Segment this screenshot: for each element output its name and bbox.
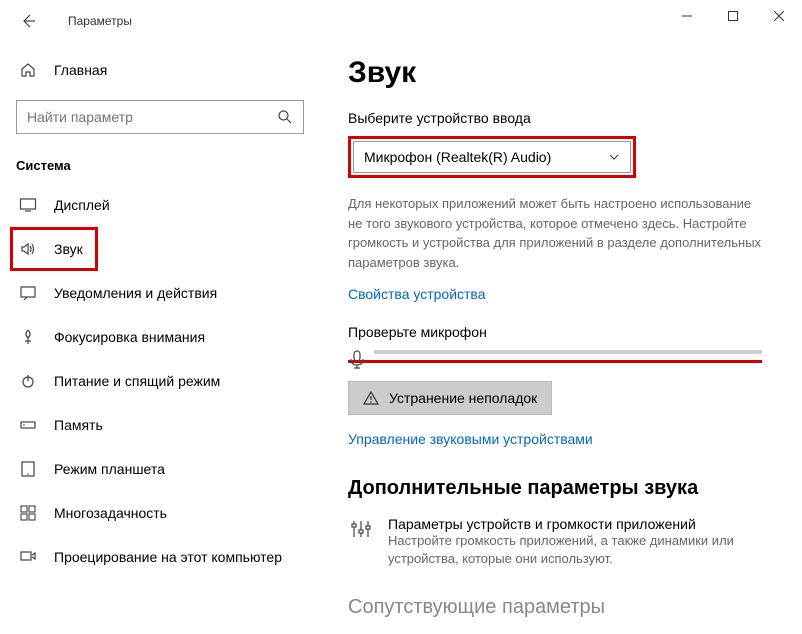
device-properties-link[interactable]: Свойства устройства (348, 286, 486, 302)
page-heading: Звук (348, 56, 774, 90)
section-system: Система (0, 150, 320, 183)
storage-icon (18, 416, 38, 434)
home-label: Главная (54, 62, 107, 78)
notifications-icon (18, 284, 38, 302)
sidebar-item-display[interactable]: Дисплей (0, 183, 320, 227)
search-input-container[interactable] (16, 100, 304, 134)
nav-label: Дисплей (54, 197, 110, 213)
nav-label: Режим планшета (54, 461, 165, 477)
input-device-label: Выберите устройство ввода (348, 110, 774, 126)
display-icon (18, 196, 38, 214)
back-button[interactable] (16, 9, 40, 33)
mic-test-meter (348, 350, 774, 354)
sidebar-item-focus[interactable]: Фокусировка внимания (0, 315, 320, 359)
manage-devices-link[interactable]: Управление звуковыми устройствами (348, 431, 593, 447)
minimize-button[interactable] (664, 0, 710, 32)
input-device-highlight: Микрофон (Realtek(R) Audio) (348, 136, 636, 178)
sidebar-item-tablet[interactable]: Режим планшета (0, 447, 320, 491)
highlight-underline (348, 360, 762, 363)
troubleshoot-button[interactable]: Устранение неполадок (348, 381, 552, 415)
sidebar-item-multitasking[interactable]: Многозадачность (0, 491, 320, 535)
troubleshoot-label: Устранение неполадок (389, 390, 537, 406)
warning-icon (363, 390, 379, 406)
mic-level-bar (374, 350, 762, 354)
input-description: Для некоторых приложений может быть наст… (348, 194, 768, 272)
advanced-heading: Дополнительные параметры звука (348, 477, 774, 500)
app-volume-item[interactable]: Параметры устройств и громкости приложен… (348, 516, 774, 568)
nav-label: Питание и спящий режим (54, 373, 220, 389)
microphone-icon (348, 350, 366, 370)
app-volume-title: Параметры устройств и громкости приложен… (388, 516, 758, 532)
main-panel: Звук Выберите устройство ввода Микрофон … (320, 42, 802, 634)
chevron-down-icon (608, 151, 620, 163)
app-volume-desc: Настройте громкость приложений, а также … (388, 532, 758, 568)
search-input[interactable] (27, 109, 277, 125)
related-heading-partial: Сопутствующие параметры (348, 596, 774, 619)
sidebar-item-power[interactable]: Питание и спящий режим (0, 359, 320, 403)
sidebar-item-storage[interactable]: Память (0, 403, 320, 447)
sound-icon (18, 240, 38, 258)
window-title: Параметры (68, 14, 132, 28)
projecting-icon (18, 548, 38, 566)
multitasking-icon (18, 504, 38, 522)
home-nav[interactable]: Главная (0, 50, 320, 90)
power-icon (18, 372, 38, 390)
sliders-icon (350, 518, 372, 540)
input-device-value: Микрофон (Realtek(R) Audio) (364, 149, 551, 165)
maximize-button[interactable] (710, 0, 756, 32)
focus-icon (18, 328, 38, 346)
sidebar: Главная Система Дисплей Звук Уведомления… (0, 42, 320, 634)
input-device-dropdown[interactable]: Микрофон (Realtek(R) Audio) (353, 141, 631, 173)
nav-label: Память (54, 417, 103, 433)
tablet-icon (18, 460, 38, 478)
sidebar-item-sound[interactable]: Звук (10, 227, 98, 271)
search-icon (277, 109, 293, 125)
nav-label: Уведомления и действия (54, 285, 217, 301)
nav-label: Многозадачность (54, 505, 167, 521)
sidebar-item-notifications[interactable]: Уведомления и действия (0, 271, 320, 315)
sidebar-item-projecting[interactable]: Проецирование на этот компьютер (0, 535, 320, 579)
close-button[interactable] (756, 0, 802, 32)
nav-label: Проецирование на этот компьютер (54, 549, 282, 565)
nav-label: Фокусировка внимания (54, 329, 205, 345)
home-icon (18, 62, 38, 78)
nav-label: Звук (54, 241, 83, 257)
test-mic-label: Проверьте микрофон (348, 324, 774, 340)
